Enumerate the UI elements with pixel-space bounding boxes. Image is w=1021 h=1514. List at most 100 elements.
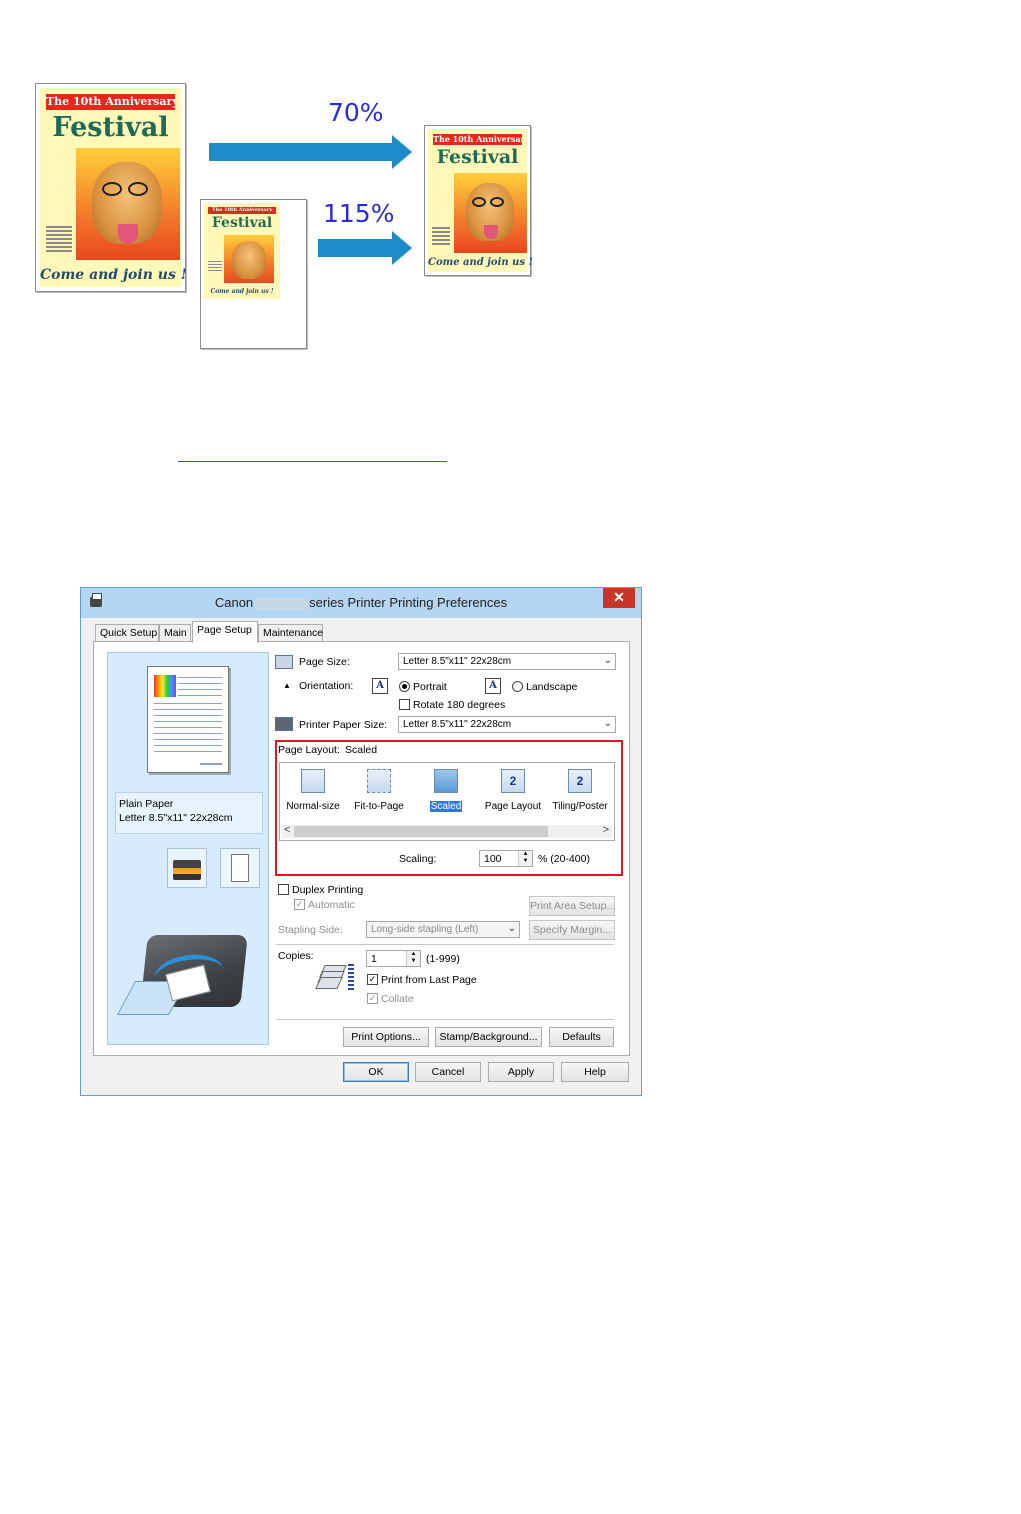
copies-icon <box>315 963 347 989</box>
result-poster-slogan: Come and join us ! <box>428 257 533 268</box>
spin-arrows-icon[interactable]: ▲ ▼ <box>406 951 420 966</box>
scaled-icon <box>434 769 458 793</box>
help-button[interactable]: Help <box>561 1062 629 1082</box>
small-page: The 10th Anniversary Festival Come and j… <box>200 199 307 349</box>
arrow-70-icon <box>392 135 412 169</box>
ok-button[interactable]: OK <box>343 1062 409 1082</box>
chevron-down-icon: ⌄ <box>603 718 612 729</box>
printer-cassette-icon <box>173 860 201 880</box>
layout-tiling-poster[interactable]: 2 Tiling/Poster <box>548 769 612 812</box>
automatic-checkbox[interactable]: ✓ <box>294 899 305 910</box>
copies-label: Copies: <box>278 950 314 962</box>
scaling-input[interactable]: 100 ▲ ▼ <box>479 850 533 867</box>
landscape-label[interactable]: Landscape <box>526 681 577 693</box>
poster-banner: The 10th Anniversary <box>46 94 175 110</box>
printer-paper-size-label: Printer Paper Size: <box>299 719 388 731</box>
chevron-down-icon: ⌄ <box>507 923 516 934</box>
tiling-poster-icon: 2 <box>568 769 592 793</box>
print-options-button[interactable]: Print Options... <box>343 1027 429 1047</box>
layout-scrollbar[interactable]: < > <box>282 824 612 838</box>
small-poster-banner: The 10th Anniversary <box>208 207 276 214</box>
spin-arrows-icon[interactable]: ▲ ▼ <box>518 851 532 866</box>
portrait-radio[interactable] <box>399 681 410 692</box>
arrow-70-shaft <box>209 143 393 161</box>
paper-sheet-button[interactable] <box>220 848 260 888</box>
poster-text-lines <box>46 226 72 254</box>
redacted-model <box>255 597 308 610</box>
page-size-select[interactable]: Letter 8.5"x11" 22x28cm ⌄ <box>398 653 616 670</box>
scaling-label: Scaling: <box>399 853 437 865</box>
separator <box>276 1019 614 1020</box>
orientation-arrow-icon: ▲ <box>283 681 291 690</box>
landscape-icon: A <box>485 678 501 694</box>
rotate-180-label[interactable]: Rotate 180 degrees <box>413 699 505 711</box>
specify-margin-button[interactable]: Specify Margin... <box>529 920 615 940</box>
title-bar[interactable]: Canon series Printer Printing Preferences… <box>81 588 641 618</box>
preview-pane: Plain Paper Letter 8.5"x11" 22x28cm <box>107 652 269 1045</box>
print-area-setup-button[interactable]: Print Area Setup... <box>529 896 615 916</box>
normal-size-icon <box>301 769 325 793</box>
stapling-side-select[interactable]: Long-side stapling (Left) ⌄ <box>366 921 520 938</box>
automatic-label[interactable]: Automatic <box>308 899 355 911</box>
copies-order-icon <box>348 964 354 992</box>
page-layout-icon: 2 <box>501 769 525 793</box>
printer-illustration-icon <box>116 925 252 1025</box>
stamp-background-button[interactable]: Stamp/Background... <box>435 1027 542 1047</box>
layout-page-layout[interactable]: 2 Page Layout <box>481 769 545 812</box>
apply-button[interactable]: Apply <box>488 1062 554 1082</box>
fit-to-page-icon <box>367 769 391 793</box>
duplex-label[interactable]: Duplex Printing <box>292 884 363 896</box>
printer-paper-size-select[interactable]: Letter 8.5"x11" 22x28cm ⌄ <box>398 716 616 733</box>
scale-70-label: 70% <box>328 98 384 127</box>
tab-page-setup[interactable]: Page Setup <box>192 621 258 643</box>
result-poster-dog-image <box>454 173 527 253</box>
duplex-checkbox[interactable] <box>278 884 289 895</box>
scrollbar-thumb[interactable] <box>294 826 548 837</box>
arrow-115-icon <box>392 231 412 265</box>
tab-maintenance[interactable]: Maintenance <box>258 624 323 642</box>
page-layout-current: Scaled <box>345 744 378 756</box>
defaults-button[interactable]: Defaults <box>549 1027 614 1047</box>
page-preview <box>147 666 229 773</box>
arrow-115-shaft <box>318 239 393 257</box>
separator <box>276 944 614 945</box>
collate-checkbox[interactable]: ✓ <box>367 993 378 1004</box>
preview-image <box>154 675 176 697</box>
layout-scaled[interactable]: Scaled <box>414 769 478 812</box>
scroll-left-icon[interactable]: < <box>284 824 290 836</box>
page-size-label: Page Size: <box>299 656 350 668</box>
cancel-button[interactable]: Cancel <box>415 1062 481 1082</box>
scale-115-label: 115% <box>323 199 395 228</box>
print-from-last-page-label[interactable]: Print from Last Page <box>381 974 477 986</box>
hyperlink-underline[interactable] <box>178 461 447 462</box>
poster-slogan: Come and join us ! <box>40 267 187 283</box>
page-layout-list: Normal-size Fit-to-Page Scaled 2 Page La… <box>279 762 615 841</box>
result-poster: The 10th Anniversary Festival Come and j… <box>424 125 533 276</box>
small-poster-title: Festival <box>211 215 273 231</box>
poster-dog-image <box>76 148 180 260</box>
portrait-icon: A <box>372 678 388 694</box>
paper-type: Plain Paper <box>119 798 174 810</box>
original-poster: The 10th Anniversary Festival Come and j… <box>35 83 187 292</box>
collate-label[interactable]: Collate <box>381 993 414 1005</box>
scroll-right-icon[interactable]: > <box>603 824 609 836</box>
print-from-last-page-checkbox[interactable]: ✓ <box>367 974 378 985</box>
copies-input[interactable]: 1 ▲ ▼ <box>366 950 421 967</box>
small-poster-slogan: Come and join us ! <box>210 288 274 295</box>
landscape-radio[interactable] <box>512 681 523 692</box>
poster-title: Festival <box>52 112 169 143</box>
layout-fit-to-page[interactable]: Fit-to-Page <box>347 769 411 812</box>
tab-main[interactable]: Main <box>159 624 191 642</box>
close-button[interactable]: ✕ <box>603 588 635 608</box>
result-poster-banner: The 10th Anniversary <box>433 134 522 145</box>
scaling-range: % (20-400) <box>538 853 590 865</box>
printer-paper-size-icon <box>275 717 293 731</box>
page-layout-label: Page Layout: <box>278 744 340 756</box>
result-poster-title: Festival <box>436 146 519 168</box>
stapling-side-label: Stapling Side: <box>278 924 343 936</box>
tab-quick-setup[interactable]: Quick Setup <box>95 624 159 642</box>
rotate-180-checkbox[interactable] <box>399 699 410 710</box>
paper-source-button[interactable] <box>167 848 207 888</box>
portrait-label[interactable]: Portrait <box>413 681 447 693</box>
layout-normal-size[interactable]: Normal-size <box>281 769 345 812</box>
